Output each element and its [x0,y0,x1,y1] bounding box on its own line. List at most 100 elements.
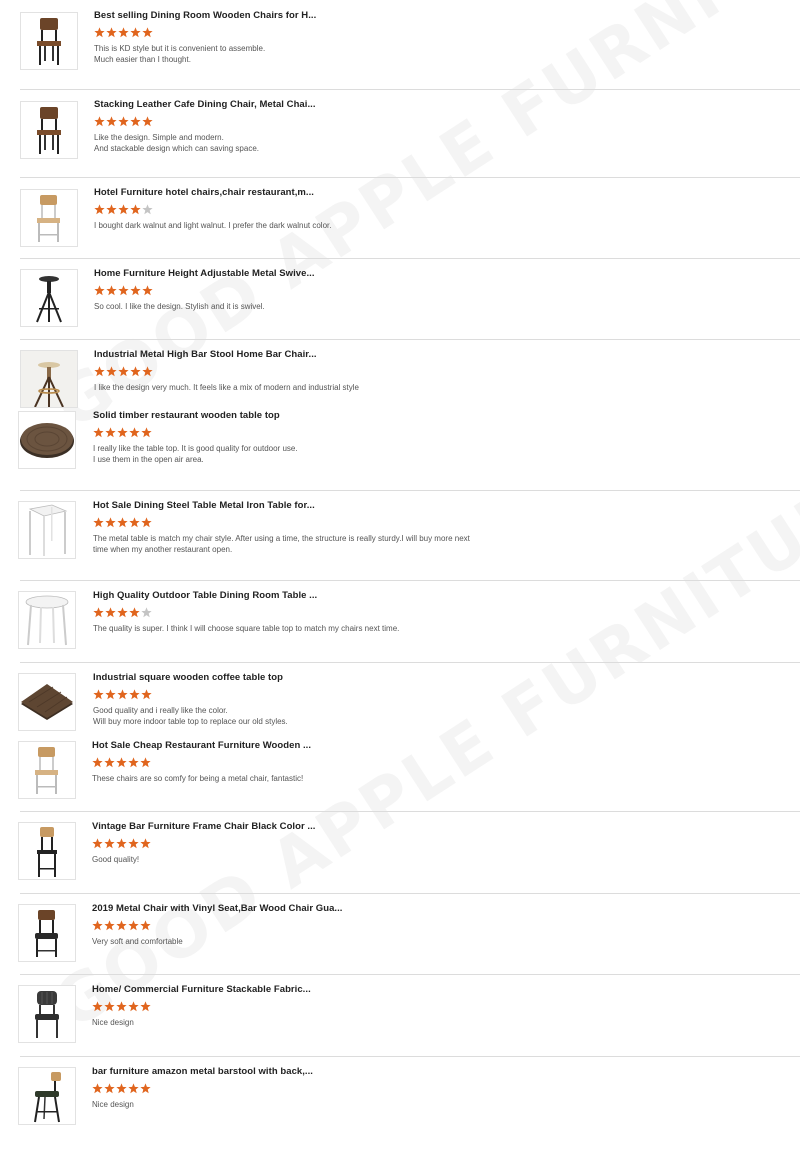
star-filled-icon [118,27,129,38]
product-title-link[interactable]: 2019 Metal Chair with Vinyl Seat,Bar Woo… [92,903,342,914]
star-filled-icon [142,285,153,296]
star-filled-icon [116,1001,127,1012]
star-rating [93,517,152,529]
star-filled-icon [129,607,140,618]
product-title-link[interactable]: Vintage Bar Furniture Frame Chair Black … [92,821,315,832]
product-thumbnail[interactable] [18,904,76,962]
review-comment-line: Nice design [92,1018,134,1027]
product-title-link[interactable]: Best selling Dining Room Wooden Chairs f… [94,10,316,21]
product-thumbnail[interactable] [18,501,76,559]
star-filled-icon [128,1001,139,1012]
star-rating [92,757,151,769]
star-rating [94,285,153,297]
star-filled-icon [106,27,117,38]
row-divider [20,339,800,340]
star-filled-icon [94,366,105,377]
product-thumbnail[interactable] [18,411,76,469]
product-title-link[interactable]: Hot Sale Cheap Restaurant Furniture Wood… [92,740,311,751]
review-comment-line: I bought dark walnut and light walnut. I… [94,221,332,230]
review-comment: Nice design [92,1099,482,1110]
bar-stool-icon [21,351,77,407]
star-filled-icon [129,427,140,438]
row-divider [20,258,800,259]
product-thumbnail[interactable] [20,101,78,159]
star-filled-icon [94,27,105,38]
product-thumbnail[interactable] [18,822,76,880]
star-filled-icon [130,366,141,377]
star-rating [94,204,153,216]
star-rating [92,1083,151,1095]
product-thumbnail[interactable] [20,269,78,327]
review-comment-line: These chairs are so comfy for being a me… [92,774,304,783]
chair-light-wood-icon [25,744,69,796]
star-filled-icon [116,1083,127,1094]
square-table-top-icon [19,682,75,722]
product-title-link[interactable]: Industrial square wooden coffee table to… [93,672,283,683]
review-comment-line: time when my another restaurant open. [93,545,233,554]
product-thumbnail[interactable] [18,591,76,649]
review-comment-line: I really like the table top. It is good … [93,444,298,453]
barstool-back-icon [25,1069,69,1123]
star-filled-icon [105,517,116,528]
review-comment-line: Good quality! [92,855,140,864]
star-filled-icon [92,920,103,931]
product-title-link[interactable]: Stacking Leather Cafe Dining Chair, Meta… [94,99,316,110]
product-title-link[interactable]: Solid timber restaurant wooden table top [93,410,280,421]
product-thumbnail[interactable] [20,12,78,70]
review-comment: These chairs are so comfy for being a me… [92,773,482,784]
star-filled-icon [130,27,141,38]
review-comment-line: The quality is super. I think I will cho… [93,624,400,633]
star-filled-icon [140,920,151,931]
product-thumbnail[interactable] [18,673,76,731]
product-title-link[interactable]: High Quality Outdoor Table Dining Room T… [93,590,317,601]
star-filled-icon [130,285,141,296]
star-filled-icon [94,204,105,215]
star-filled-icon [92,1083,103,1094]
product-title-link[interactable]: Home Furniture Height Adjustable Metal S… [94,268,315,279]
star-filled-icon [116,757,127,768]
product-title-link[interactable]: bar furniture amazon metal barstool with… [92,1066,313,1077]
star-filled-icon [140,1001,151,1012]
row-divider [20,490,800,491]
chair-dark-wood-icon [27,15,71,67]
product-title-link[interactable]: Hot Sale Dining Steel Table Metal Iron T… [93,500,315,511]
review-comment: I really like the table top. It is good … [93,443,483,465]
product-thumbnail[interactable] [18,1067,76,1125]
star-filled-icon [141,689,152,700]
product-thumbnail[interactable] [20,189,78,247]
star-rating [94,366,153,378]
star-filled-icon [117,427,128,438]
review-comment-line: Will buy more indoor table top to replac… [93,717,288,726]
review-item: Hotel Furniture hotel chairs,chair resta… [0,177,800,267]
star-filled-icon [128,757,139,768]
star-filled-icon [128,1083,139,1094]
star-filled-icon [106,204,117,215]
review-item: Vintage Bar Furniture Frame Chair Black … [0,811,800,901]
star-rating [92,920,151,932]
star-filled-icon [104,838,115,849]
star-filled-icon [93,607,104,618]
chair-dark-seat-icon [25,907,69,959]
product-title-link[interactable]: Hotel Furniture hotel chairs,chair resta… [94,187,314,198]
round-table-top-icon [19,420,75,460]
product-thumbnail[interactable] [20,350,78,408]
product-thumbnail[interactable] [18,741,76,799]
review-comment-line: Much easier than I thought. [94,55,191,64]
product-title-link[interactable]: Industrial Metal High Bar Stool Home Bar… [94,349,317,360]
fabric-chair-icon [25,988,69,1040]
star-filled-icon [142,366,153,377]
review-comment: Like the design. Simple and modern. And s… [94,132,484,154]
star-filled-icon [142,116,153,127]
row-divider [20,662,800,663]
review-comment-line: I use them in the open air area. [93,455,204,464]
star-filled-icon [116,838,127,849]
review-comment-line: Nice design [92,1100,134,1109]
star-rating [92,1001,151,1013]
star-filled-icon [116,920,127,931]
product-title-link[interactable]: Home/ Commercial Furniture Stackable Fab… [92,984,311,995]
star-filled-icon [104,920,115,931]
product-thumbnail[interactable] [18,985,76,1043]
row-divider [20,89,800,90]
star-filled-icon [129,517,140,528]
row-divider [20,580,800,581]
